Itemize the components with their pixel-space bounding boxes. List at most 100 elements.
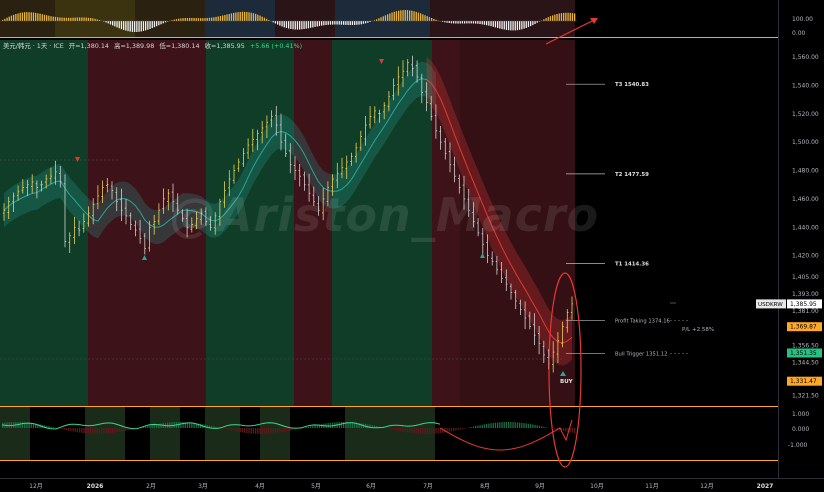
top-panel-tick: 0.00 [792, 30, 806, 37]
hist-bar [76, 17, 79, 21]
osc-bar [87, 428, 90, 434]
hist-bar [250, 12, 252, 21]
hist-bar [63, 17, 65, 21]
hist-bar [479, 21, 481, 24]
hist-bar [448, 21, 450, 23]
hist-bar [332, 21, 334, 25]
osc-bar [61, 428, 63, 430]
osc-bar [263, 428, 266, 434]
hist-bar [325, 21, 327, 25]
hist-bar [145, 21, 147, 31]
osc-bar [448, 428, 450, 432]
hist-bar [466, 21, 468, 24]
hist-bar [24, 12, 26, 21]
hist-bar [565, 12, 567, 21]
hist-bar [351, 21, 354, 25]
osc-bar [360, 423, 362, 428]
osc-bar [406, 428, 409, 433]
hist-bar [514, 21, 516, 31]
hist-bar [246, 12, 248, 21]
osc-bar [259, 428, 261, 434]
hist-bar [554, 14, 556, 21]
osc-bar [125, 428, 127, 431]
hist-bar [50, 16, 52, 21]
hist-bar [180, 18, 182, 21]
hist-bar [85, 17, 87, 21]
price-tick: 1,520.00 [792, 111, 819, 118]
osc-bar [543, 426, 545, 428]
osc-bar [307, 426, 310, 428]
bottom-band [345, 407, 435, 460]
hist-bar [340, 21, 343, 25]
hist-bar [138, 21, 140, 32]
hist-bar [109, 21, 112, 25]
hist-bar [81, 17, 83, 21]
osc-bar [248, 428, 250, 434]
hist-bar [208, 17, 211, 21]
symbol-label[interactable]: 美元/韩元 · 1天 · ICE [3, 42, 64, 50]
osc-bar [483, 424, 486, 428]
hist-bar [516, 21, 519, 31]
change-value: +5.66 (+0.41%) [249, 42, 303, 50]
hist-bar [4, 18, 6, 21]
hist-bar [72, 17, 74, 21]
osc-bar [477, 425, 479, 428]
hist-bar [349, 21, 351, 25]
hist-bar [426, 16, 428, 21]
hist-bar [492, 21, 494, 27]
hist-bar [508, 21, 510, 31]
osc-bar [63, 428, 65, 430]
osc-bar [387, 428, 389, 429]
hist-bar [314, 21, 316, 27]
hist-bar [481, 21, 483, 25]
hist-bar [519, 21, 521, 30]
osc-bar [65, 428, 68, 431]
hist-bar [558, 13, 560, 21]
hist-bar [116, 21, 118, 28]
hist-bar [402, 10, 404, 21]
hist-bar [285, 21, 288, 28]
hist-bar [235, 12, 237, 21]
hist-bar [547, 17, 549, 21]
osc-bar [112, 428, 114, 433]
hist-bar [200, 18, 202, 21]
hist-bar [532, 21, 534, 26]
hist-bar [26, 12, 28, 21]
hist-bar [338, 21, 340, 25]
osc-bar [151, 425, 153, 428]
osc-bar [508, 422, 510, 428]
osc-bar [281, 428, 283, 433]
time-tick: 7月 [423, 483, 433, 490]
price-tick: 1,460.00 [792, 196, 819, 203]
osc-bar [213, 426, 215, 428]
hist-bar [569, 12, 571, 21]
osc-bar [554, 428, 556, 430]
hist-bar [483, 21, 486, 25]
osc-bar [461, 428, 464, 430]
hist-bar [213, 17, 215, 21]
hist-bar [549, 16, 552, 21]
osc-bar [459, 428, 461, 430]
hist-bar [153, 21, 156, 28]
osc-bar [68, 428, 70, 431]
hist-bar [307, 21, 310, 29]
open-value: 开=1,380.14 [68, 42, 110, 50]
hist-bar [323, 21, 325, 26]
osc-bar [103, 428, 105, 434]
price-tick: 1,500.00 [792, 139, 819, 146]
osc-bar [565, 428, 567, 432]
hist-bar [59, 17, 61, 21]
osc-bar [437, 428, 439, 434]
osc-bar [415, 428, 417, 434]
osc-bar [503, 422, 505, 428]
hist-bar [87, 17, 90, 21]
hist-bar [382, 16, 384, 21]
price-tick: 1,480.00 [792, 168, 819, 175]
hist-bar [151, 21, 153, 29]
hist-bar [446, 21, 448, 23]
hist-bar [523, 21, 525, 29]
hist-bar [46, 15, 48, 21]
osc-bar [145, 426, 147, 428]
osc-bar [272, 428, 274, 434]
osc-tick: 1.000 [792, 411, 809, 418]
